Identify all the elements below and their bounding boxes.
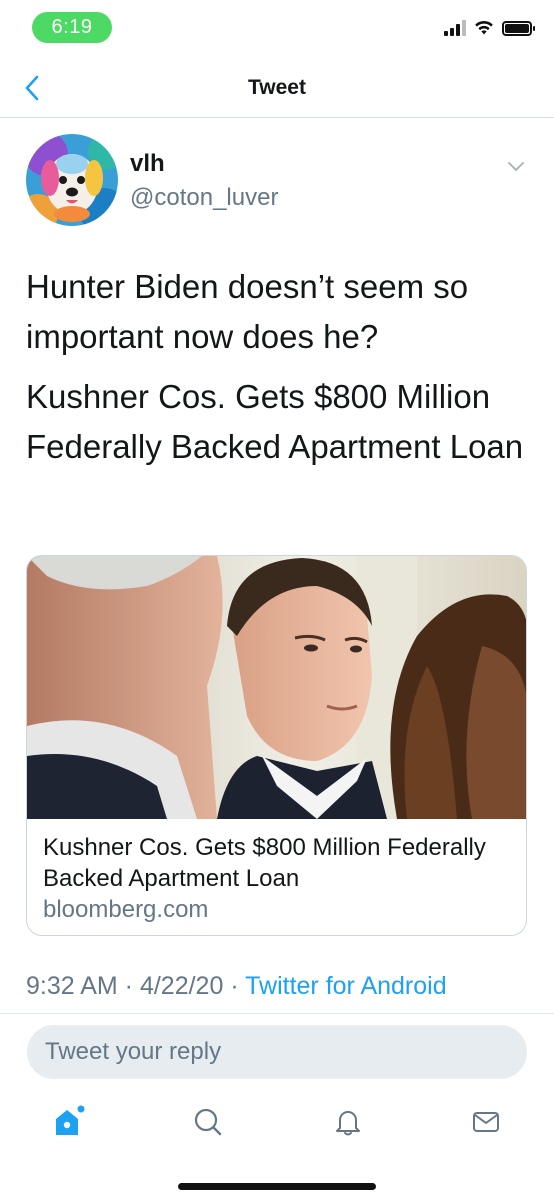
author-name[interactable]: vlh (130, 150, 165, 178)
tweet-source-link[interactable]: Twitter for Android (245, 972, 446, 1000)
link-preview-title: Kushner Cos. Gets $800 Million Federally… (43, 834, 486, 892)
tweet-meta: 9:32 AM · 4/22/20 · Twitter for Android (26, 972, 447, 1001)
meta-separator: · (223, 972, 246, 1000)
link-preview-image (27, 556, 526, 819)
avatar-dog-illustration (26, 134, 118, 226)
status-time: 6:19 (32, 12, 112, 43)
search-icon (194, 1108, 222, 1136)
tweet-author: vlh @coton_luver (26, 134, 528, 230)
cellular-signal-icon (444, 20, 466, 36)
wifi-icon (475, 20, 493, 35)
link-preview-domain: bloomberg.com (43, 896, 209, 923)
status-icons (444, 20, 535, 36)
divider (0, 1013, 554, 1014)
tab-home[interactable] (48, 1102, 88, 1142)
tab-bar (0, 1094, 554, 1154)
battery-icon (502, 20, 535, 36)
tab-messages[interactable] (466, 1102, 506, 1142)
nav-header: Tweet (0, 56, 554, 118)
tweet-paragraph: Hunter Biden doesn’t seem so important n… (26, 268, 469, 355)
link-preview-card[interactable]: Kushner Cos. Gets $800 Million Federally… (26, 555, 527, 936)
meta-separator: · (117, 972, 140, 1000)
reply-box[interactable] (27, 1025, 527, 1079)
home-indicator[interactable] (178, 1183, 376, 1190)
tweet-text: Hunter Biden doesn’t seem so important n… (26, 262, 524, 482)
tab-search[interactable] (188, 1102, 228, 1142)
page-title: Tweet (248, 76, 306, 99)
reply-input[interactable] (45, 1025, 505, 1079)
notifications-bell-icon (336, 1111, 360, 1136)
tweet-time: 9:32 AM (26, 972, 118, 1000)
avatar[interactable] (26, 134, 118, 226)
tweet-paragraph: Kushner Cos. Gets $800 Million Federally… (26, 378, 524, 465)
chevron-down-icon[interactable] (504, 154, 528, 178)
author-handle[interactable]: @coton_luver (130, 184, 278, 212)
status-bar: 6:19 (0, 0, 554, 56)
messages-envelope-icon (473, 1112, 499, 1132)
home-icon (56, 1105, 85, 1135)
tweet-date: 4/22/20 (139, 972, 224, 1000)
tab-notifications[interactable] (328, 1102, 368, 1142)
